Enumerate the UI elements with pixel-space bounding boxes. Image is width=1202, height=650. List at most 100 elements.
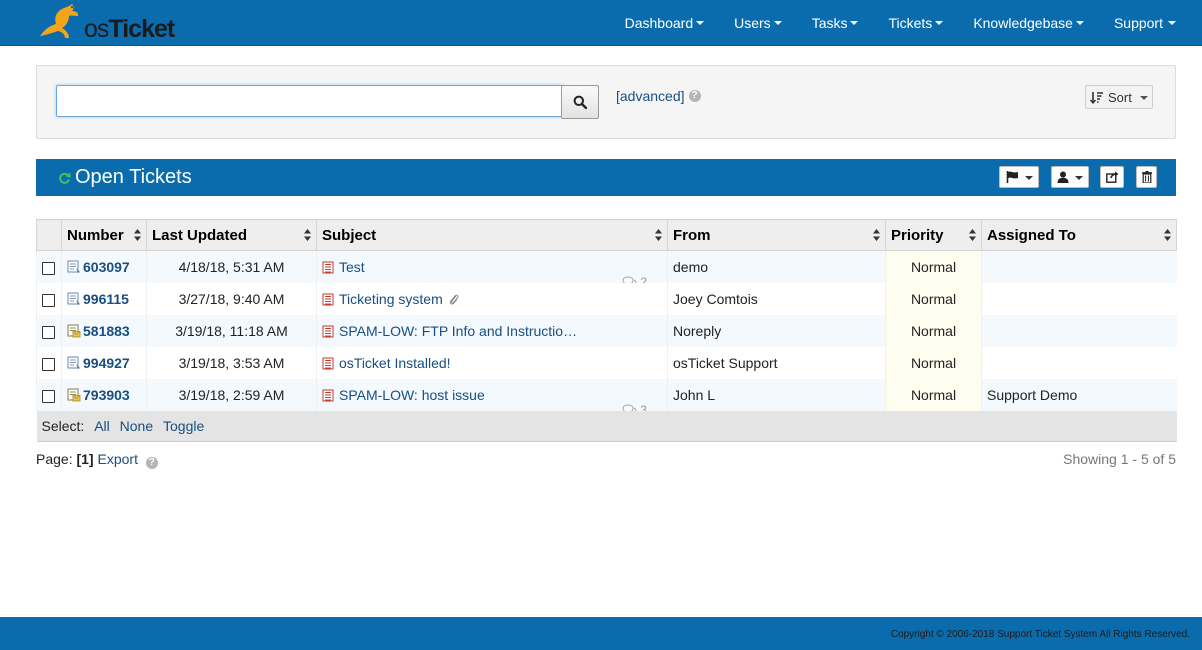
column-priority[interactable]: Priority: [885, 219, 982, 251]
ticket-subject-link[interactable]: SPAM-LOW: FTP Info and Instructio…: [322, 323, 662, 339]
current-page: [1]: [76, 451, 94, 467]
from-cell: John L: [667, 379, 886, 411]
subject-text: SPAM-LOW: FTP Info and Instructio…: [339, 323, 578, 339]
logo[interactable]: osTicket: [36, 2, 175, 42]
subject-text: Ticketing system: [339, 291, 443, 307]
delete-button[interactable]: [1136, 166, 1157, 188]
from-cell: demo: [667, 250, 886, 283]
open-tickets-header: Open Tickets: [36, 159, 1176, 196]
export-link[interactable]: Export: [98, 451, 138, 467]
caret-down-icon: [1168, 21, 1176, 25]
page-label: Page:: [36, 451, 73, 467]
ticket-number-link[interactable]: 793903: [83, 387, 130, 403]
main-nav: Dashboard Users Tasks Tickets Knowledgeb…: [610, 0, 1202, 45]
logo-text: osTicket: [84, 15, 175, 43]
search-input[interactable]: [56, 85, 564, 117]
email-source-icon: [322, 357, 334, 369]
ticket-number-link[interactable]: 994927: [83, 355, 130, 371]
subject-cell: SPAM-LOW: FTP Info and Instructio…: [316, 315, 668, 347]
subject-cell: osTicket Installed!: [316, 347, 668, 379]
row-checkbox[interactable]: [42, 325, 55, 339]
sort-arrows-icon: [969, 229, 976, 241]
page-title: Open Tickets: [58, 166, 192, 189]
column-assigned-to[interactable]: Assigned To: [981, 219, 1177, 251]
select-toggle-link[interactable]: Toggle: [163, 418, 204, 434]
sort-arrows-icon: [873, 229, 880, 241]
row-checkbox[interactable]: [42, 293, 55, 307]
table-row[interactable]: 793903 3/19/18, 2:59 AM SPAM-LOW: host i…: [36, 379, 1177, 411]
advanced-search-link[interactable]: [advanced] ?: [616, 88, 701, 104]
nav-tickets[interactable]: Tickets: [873, 0, 958, 45]
row-checkbox[interactable]: [42, 261, 55, 275]
thread-count: 3: [622, 403, 647, 411]
flag-button[interactable]: [999, 166, 1039, 188]
search-button[interactable]: [561, 85, 599, 119]
select-all-link[interactable]: All: [94, 418, 110, 434]
help-icon[interactable]: ?: [688, 90, 701, 102]
ticket-subject-link[interactable]: osTicket Installed!: [322, 355, 662, 371]
nav-knowledgebase[interactable]: Knowledgebase: [958, 0, 1099, 45]
advanced-label[interactable]: [advanced]: [616, 88, 685, 104]
table-row[interactable]: 994927 3/19/18, 3:53 AM osTicket Install…: [36, 347, 1177, 379]
header-checkbox: [36, 219, 62, 251]
ticket-icon: [67, 292, 80, 305]
sort-icon: [1090, 91, 1103, 104]
ticket-number-link[interactable]: 996115: [83, 291, 129, 307]
nav-users[interactable]: Users: [719, 0, 797, 45]
nav-support[interactable]: Support: [1099, 0, 1202, 45]
sort-arrows-icon: [134, 229, 141, 241]
ticket-number-cell: 581883: [61, 315, 147, 347]
row-checkbox-cell: [36, 283, 62, 315]
from-cell: osTicket Support: [667, 347, 886, 379]
sort-button[interactable]: Sort: [1085, 85, 1153, 109]
select-none-link[interactable]: None: [120, 418, 153, 434]
from-cell: Noreply: [667, 315, 886, 347]
column-subject[interactable]: Subject: [316, 219, 668, 251]
ticket-icon: [67, 356, 80, 369]
column-number[interactable]: Number: [61, 219, 147, 251]
assigned-cell: Support Demo: [981, 379, 1177, 411]
table-row[interactable]: 581883 3/19/18, 11:18 AM SPAM-LOW: FTP I…: [36, 315, 1177, 347]
assigned-cell: [981, 347, 1177, 379]
transfer-button[interactable]: [1100, 166, 1124, 188]
row-checkbox[interactable]: [42, 357, 55, 371]
flag-icon: [1006, 171, 1018, 183]
caret-down-icon: [850, 21, 859, 25]
table-row[interactable]: 996115 3/27/18, 9:40 AM Ticketing system…: [36, 283, 1177, 315]
user-icon: [1057, 171, 1069, 183]
search-panel: [advanced] ? Sort: [36, 65, 1176, 139]
share-icon: [1105, 171, 1118, 183]
ticket-subject-link[interactable]: SPAM-LOW: host issue: [322, 387, 662, 403]
column-last-updated[interactable]: Last Updated: [146, 219, 317, 251]
help-icon[interactable]: ?: [145, 457, 158, 469]
assign-button[interactable]: [1051, 166, 1089, 188]
ticket-number-cell: 996115: [61, 283, 147, 315]
top-navbar: osTicket Dashboard Users Tasks Tickets K…: [0, 0, 1202, 46]
showing-count: Showing 1 - 5 of 5: [1063, 451, 1176, 467]
open-tickets-link[interactable]: Open Tickets: [75, 166, 192, 189]
ticket-subject-link[interactable]: Ticketing system: [322, 291, 662, 307]
ticket-email-icon: [67, 388, 81, 402]
column-from[interactable]: From: [667, 219, 886, 251]
caret-down-icon: [1024, 175, 1033, 180]
subject-text: SPAM-LOW: host issue: [339, 387, 485, 403]
refresh-icon[interactable]: [58, 172, 71, 185]
ticket-subject-link[interactable]: Test: [322, 259, 662, 275]
nav-tasks[interactable]: Tasks: [797, 0, 874, 45]
ticket-number-link[interactable]: 603097: [83, 259, 130, 275]
table-row[interactable]: 603097 4/18/18, 5:31 AM Test 2 demo Norm…: [36, 250, 1177, 283]
last-updated-cell: 3/19/18, 2:59 AM: [146, 379, 317, 411]
ticket-number-link[interactable]: 581883: [83, 323, 130, 339]
ticket-number-cell: 994927: [61, 347, 147, 379]
search-icon: [573, 95, 587, 109]
nav-dashboard[interactable]: Dashboard: [610, 0, 720, 45]
last-updated-cell: 4/18/18, 5:31 AM: [146, 250, 317, 283]
sort-arrows-icon: [304, 229, 311, 241]
assigned-cell: [981, 250, 1177, 283]
caret-down-icon: [696, 21, 705, 25]
email-source-icon: [322, 293, 334, 305]
row-checkbox-cell: [36, 347, 62, 379]
row-checkbox[interactable]: [42, 389, 55, 403]
subject-text: Test: [339, 259, 365, 275]
ticket-number-cell: 603097: [61, 250, 147, 283]
